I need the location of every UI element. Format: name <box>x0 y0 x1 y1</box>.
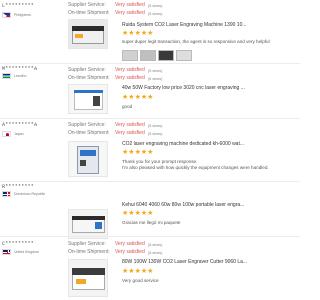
review-item: R********* Dominican Republic Kehui 6040… <box>0 182 300 239</box>
buyer-country: Japan <box>2 131 24 137</box>
rating-stars-text: (5 stars) <box>147 130 163 136</box>
rating-label: Supplier Service: <box>68 241 106 247</box>
buyer-country: Lesotho <box>2 73 26 79</box>
review-comment: Very good service <box>122 278 159 283</box>
review-comment: Thank you for your prompt response. I'm … <box>122 159 269 170</box>
rating-stars-text: (5 stars) <box>147 67 163 73</box>
rating-value: Very satisfied <box>115 67 145 73</box>
buyer-name: M*********A <box>2 66 38 72</box>
flag-philippines-icon <box>2 12 11 18</box>
ontime-shipment-rating: On-time Shipment: Very satisfied (5 star… <box>68 248 162 256</box>
star-icon: ★ <box>147 30 154 37</box>
supplier-service-rating: Supplier Service: Very satisfied (5 star… <box>68 240 162 248</box>
product-rating-stars: ★ ★ ★ ★ ★ <box>122 268 153 275</box>
buyer-name: C********* <box>2 241 35 247</box>
flag-japan-icon <box>2 131 11 137</box>
review-item: C********* United Kingdom Supplier Servi… <box>0 237 300 300</box>
rating-value: Very satisfied <box>115 241 145 247</box>
rating-value: Very satisfied <box>115 10 145 16</box>
rating-label: On-time Shipment: <box>68 130 110 136</box>
star-icon: ★ <box>147 94 154 101</box>
rating-stars-text: (5 stars) <box>147 75 163 81</box>
rating-stars-text: (5 stars) <box>147 249 163 255</box>
product-thumbnail[interactable] <box>68 259 108 297</box>
star-icon: ★ <box>147 268 154 275</box>
product-rating-stars: ★ ★ ★ ★ ★ <box>122 30 153 37</box>
rating-value: Very satisfied <box>115 122 145 128</box>
product-rating-stars: ★ ★ ★ ★ ★ <box>122 149 153 156</box>
country-name: Philippines <box>14 13 31 17</box>
product-name-link[interactable]: Kehui 6040 4060 60w 80w 100w portable la… <box>122 202 297 208</box>
buyer-name: A*********A <box>2 122 38 128</box>
rating-label: Supplier Service: <box>68 2 106 8</box>
supplier-service-rating: Supplier Service: Very satisfied (5 star… <box>68 66 162 74</box>
flag-united-kingdom-icon <box>2 249 11 255</box>
review-photo[interactable] <box>122 50 138 61</box>
rating-value: Very satisfied <box>115 249 145 255</box>
rating-stars-text: (5 stars) <box>147 241 163 247</box>
product-rating-stars: ★ ★ ★ ★ ★ <box>122 210 153 217</box>
review-item: M*********A Lesotho Supplier Service: Ve… <box>0 64 300 118</box>
country-name: Japan <box>14 132 24 136</box>
rating-stars-text: (5 stars) <box>147 2 163 8</box>
rating-value: Very satisfied <box>115 130 145 136</box>
product-name-link[interactable]: 80W 100W 130W CO2 Laser Engraver Cutter … <box>122 259 297 265</box>
product-thumbnail[interactable] <box>68 141 108 177</box>
buyer-country: United Kingdom <box>2 249 39 255</box>
country-name: Dominican Republic <box>14 192 46 196</box>
rating-stars-text: (5 stars) <box>147 10 163 16</box>
rating-stars-text: (5 stars) <box>147 122 163 128</box>
country-name: United Kingdom <box>14 250 39 254</box>
product-name-link[interactable]: CO2 laser engraving machine dedicated kh… <box>122 141 297 147</box>
product-name-link[interactable]: Ruida System CO2 Laser Engraving Machine… <box>122 22 297 28</box>
rating-value: Very satisfied <box>115 2 145 8</box>
product-thumbnail[interactable] <box>68 84 108 114</box>
flag-dominican-republic-icon <box>2 191 11 197</box>
ontime-shipment-rating: On-time Shipment: Very satisfied (5 star… <box>68 74 162 82</box>
flag-lesotho-icon <box>2 73 11 79</box>
buyer-name: R********* <box>2 184 35 190</box>
review-comment: good <box>122 104 133 109</box>
review-item: A*********A Japan Supplier Service: Very… <box>0 119 300 181</box>
review-photo[interactable] <box>158 50 174 61</box>
star-icon: ★ <box>147 149 154 156</box>
rating-label: On-time Shipment: <box>68 10 110 16</box>
review-photo[interactable] <box>176 50 192 61</box>
buyer-country: Dominican Republic <box>2 191 45 197</box>
rating-label: On-time Shipment: <box>68 249 110 255</box>
supplier-service-rating: Supplier Service: Very satisfied (5 star… <box>68 121 162 129</box>
supplier-service-rating: Supplier Service: Very satisfied (5 star… <box>68 1 162 9</box>
country-name: Lesotho <box>14 74 27 78</box>
review-photo[interactable] <box>140 50 156 61</box>
rating-value: Very satisfied <box>115 75 145 81</box>
rating-label: Supplier Service: <box>68 122 106 128</box>
ontime-shipment-rating: On-time Shipment: Very satisfied (5 star… <box>68 129 162 137</box>
review-item: L********* Philippines Supplier Service:… <box>0 0 300 61</box>
product-rating-stars: ★ ★ ★ ★ ★ <box>122 94 153 101</box>
star-icon: ★ <box>147 210 154 217</box>
review-comment: super duper legit transaction, the agent… <box>122 39 270 44</box>
product-name-link[interactable]: 40w 50W Factory low price 3020 cnc laser… <box>122 85 297 91</box>
ontime-shipment-rating: On-time Shipment: Very satisfied (5 star… <box>68 9 162 17</box>
rating-label: On-time Shipment: <box>68 75 110 81</box>
product-thumbnail[interactable] <box>68 19 108 49</box>
rating-label: Supplier Service: <box>68 67 106 73</box>
review-comment: Gracias me llegó mi paquete <box>122 220 181 225</box>
buyer-name: L********* <box>2 3 35 9</box>
product-thumbnail[interactable] <box>68 209 108 239</box>
buyer-country: Philippines <box>2 12 31 18</box>
